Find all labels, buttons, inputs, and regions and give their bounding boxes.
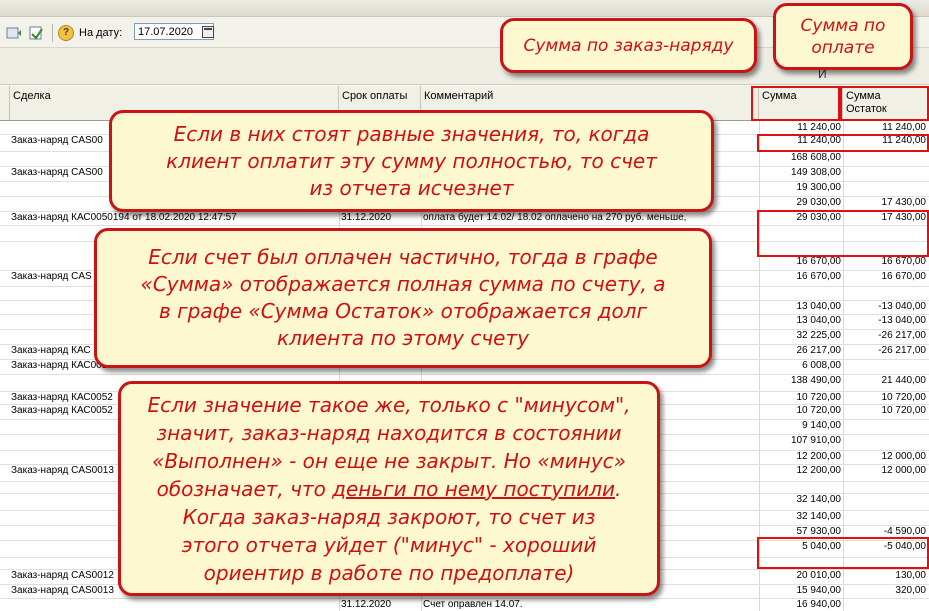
callout-sum-order-text: Сумма по заказ-наряду	[523, 35, 734, 56]
cell-sum: 16 670,00	[796, 256, 842, 267]
callout-minus-line: ориентир в работе по предоплате)	[203, 560, 575, 585]
callout-minus-line: обозначает, что деньги по нему поступили…	[147, 475, 630, 503]
callout-minus-text: .	[615, 476, 622, 501]
cell-sum-rest: 10 720,00	[881, 405, 927, 416]
cell-sum: 6 008,00	[802, 360, 841, 371]
cell-sum: 12 200,00	[796, 465, 842, 476]
highlight-partial-payment	[757, 210, 929, 257]
date-label: На дату:	[79, 27, 123, 39]
cell-sum: 32 140,00	[796, 494, 842, 505]
cell-sum-rest: 12 000,00	[881, 465, 927, 476]
callout-sum-payment-line1: Сумма по	[800, 15, 886, 36]
cell-sum-rest: 10 720,00	[881, 392, 927, 403]
highlight-equal-values	[757, 134, 929, 152]
cell-sum: 9 140,00	[802, 420, 841, 431]
callout-equal-values: Если в них стоят равные значения, то, ко…	[109, 110, 714, 212]
cell-sum: 138 490,00	[790, 375, 841, 386]
help-icon[interactable]: ?	[58, 25, 74, 41]
cell-deal: Заказ-наряд КАС0050194 от 18.02.2020 12:…	[11, 212, 237, 223]
cell-sum-rest: 16 670,00	[881, 271, 927, 282]
cell-sum: 29 030,00	[796, 197, 842, 208]
cell-sum-rest: -13 040,00	[878, 301, 926, 312]
cell-sum-rest: 16 670,00	[881, 256, 927, 267]
toolbar-separator	[52, 24, 53, 42]
calendar-icon[interactable]	[202, 26, 214, 38]
highlight-rest-header	[840, 86, 929, 121]
cell-sum: 19 300,00	[796, 182, 842, 193]
callout-equal-line: клиент оплатит эту сумму полностью, то с…	[166, 148, 657, 173]
callout-partial-line: клиента по этому счету	[277, 326, 529, 350]
cell-sum: 11 240,00	[797, 122, 841, 133]
cell-sum: 26 217,00	[796, 345, 842, 356]
cell-sum: 16 670,00	[796, 271, 842, 282]
callout-negative-rest: Если значение такое же, только с "минусо…	[118, 381, 660, 596]
callout-equal-line: Если в них стоят равные значения, то, ко…	[173, 121, 650, 146]
callout-minus-line: «Выполнен» - он еще не закрыт. Но «минус…	[151, 448, 627, 473]
callout-partial-line: «Сумма» отображается полная сумма по сче…	[140, 272, 666, 296]
callout-equal-line: из отчета исчезнет	[309, 175, 514, 200]
callout-sum-order: Сумма по заказ-наряду	[500, 18, 757, 73]
cell-sum: 32 140,00	[796, 511, 842, 522]
callout-minus-line: Когда заказ-наряд закроют, то счет из	[182, 504, 596, 529]
cell-sum: 10 720,00	[796, 405, 842, 416]
callout-minus-underlined: деньги по нему поступили	[332, 476, 616, 501]
cell-sum: 15 940,00	[796, 585, 842, 596]
callout-minus-line: Если значение такое же, только с "минусо…	[147, 392, 631, 417]
cell-comment: оплата будет 14.02/ 18.02 оплачено на 27…	[423, 212, 687, 223]
callout-minus-text: обозначает, что	[156, 476, 333, 501]
callout-partial-line: Если счет был оплачен частично, тогда в …	[148, 245, 658, 269]
cell-comment: Счет оправлен 14.07.	[423, 599, 523, 610]
cell-sum-rest: 17 430,00	[881, 197, 927, 208]
callout-sum-payment: Сумма по оплате	[773, 3, 913, 70]
cell-sum-rest: -26 217,00	[878, 345, 926, 356]
cell-due-date: 31.12.2020	[341, 599, 392, 610]
cell-sum-rest: -4 590,00	[883, 526, 926, 537]
cell-sum: 12 200,00	[796, 451, 842, 462]
cell-sum-rest: -26 217,00	[878, 330, 926, 341]
cell-sum: 10 720,00	[796, 392, 842, 403]
refresh-icon[interactable]	[6, 25, 22, 41]
cell-sum-rest: 320,00	[895, 585, 926, 596]
callout-minus-line: значит, заказ-наряд находится в состояни…	[156, 420, 622, 445]
settings-icon[interactable]	[28, 25, 44, 41]
header-spacer	[0, 86, 10, 120]
cell-sum: 168 608,00	[790, 152, 841, 163]
cell-sum: 32 225,00	[796, 330, 842, 341]
callout-partial-line: в графе «Сумма Остаток» отображается дол…	[158, 299, 647, 323]
callout-minus-line: этого отчета уйдет ("минус" - хороший	[181, 532, 597, 557]
table-row[interactable]: 31.12.2020 Счет оправлен 14.07. 16 940,00	[0, 598, 929, 611]
cell-sum-rest: -13 040,00	[878, 315, 926, 326]
cell-sum: 149 308,00	[790, 167, 841, 178]
cell-sum: 57 930,00	[796, 526, 842, 537]
cell-sum-rest: 21 440,00	[881, 375, 927, 386]
highlight-sum-header	[751, 86, 840, 121]
cell-sum: 107 910,00	[790, 435, 841, 446]
cell-sum: 13 040,00	[796, 301, 842, 312]
cell-sum-rest: 11 240,00	[882, 122, 926, 133]
cell-due-date: 31.12.2020	[341, 212, 392, 223]
cell-sum-rest: 130,00	[895, 570, 926, 581]
cell-sum: 20 010,00	[796, 570, 842, 581]
callout-sum-payment-line2: оплате	[811, 37, 875, 58]
callout-partial-payment: Если счет был оплачен частично, тогда в …	[94, 228, 712, 368]
cell-sum-rest: 12 000,00	[881, 451, 927, 462]
cell-sum: 16 940,00	[796, 599, 842, 610]
cell-sum: 13 040,00	[796, 315, 842, 326]
highlight-negative-rest	[757, 537, 929, 569]
